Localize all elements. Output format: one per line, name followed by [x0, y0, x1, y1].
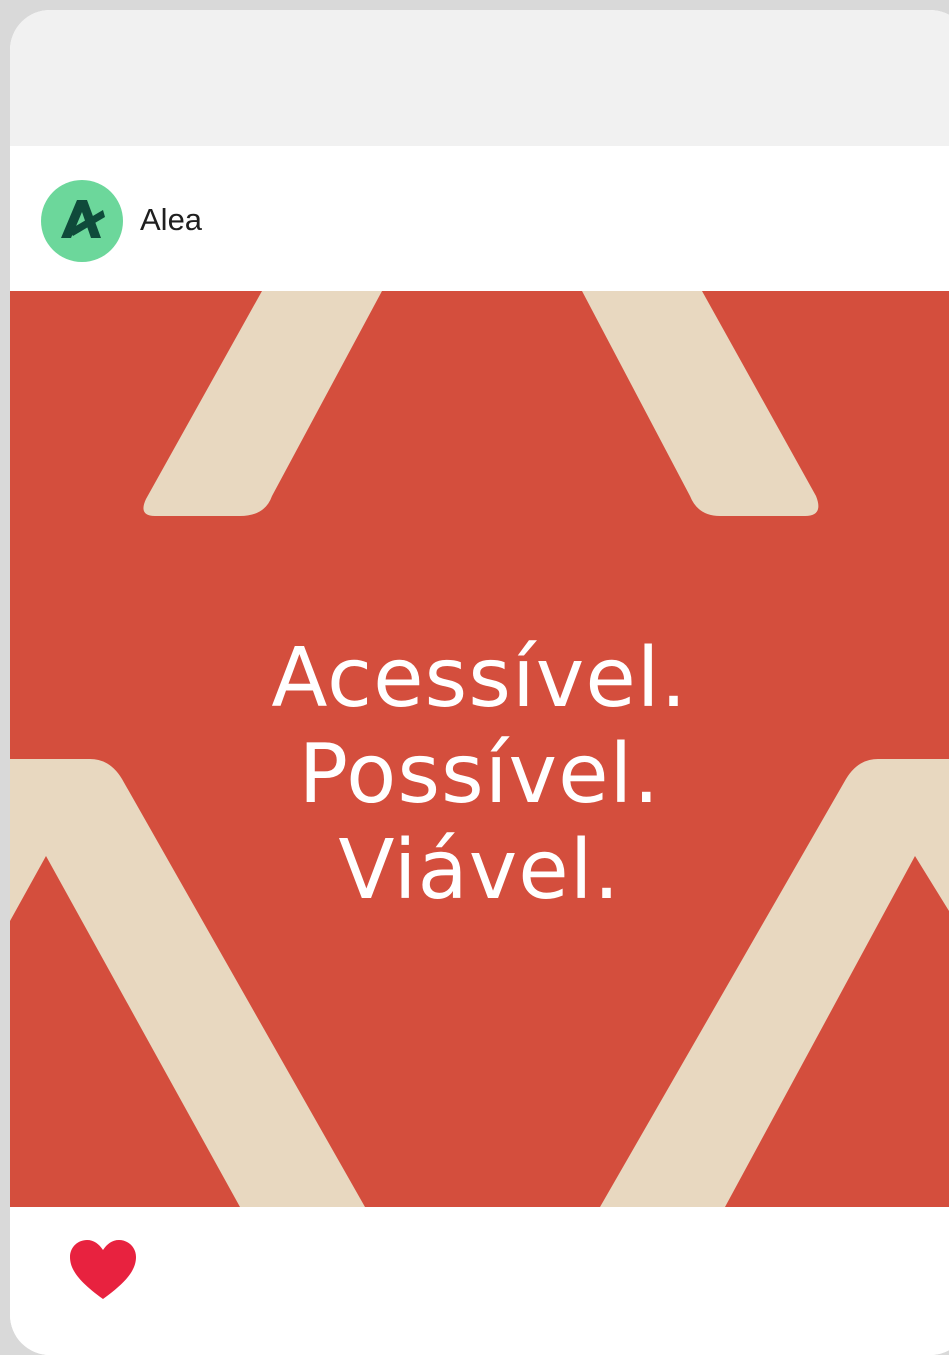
- status-bar: [10, 10, 949, 146]
- post-actions: [10, 1207, 949, 1355]
- headline-line-3: Viável.: [338, 823, 621, 918]
- avatar[interactable]: [41, 180, 123, 262]
- headline-line-2: Possível.: [298, 727, 661, 822]
- alea-logo-icon: [61, 200, 105, 238]
- like-button[interactable]: [68, 1239, 138, 1301]
- headline: Acessível. Possível. Viável.: [10, 631, 949, 919]
- headline-line-1: Acessível.: [271, 631, 688, 726]
- author-name[interactable]: Alea: [140, 202, 202, 238]
- phone-frame: Alea Acessível. Possível. Viável.: [10, 10, 949, 1355]
- post-image: Acessível. Possível. Viável.: [10, 291, 949, 1207]
- post-header: Alea: [10, 146, 949, 291]
- heart-icon: [70, 1240, 136, 1299]
